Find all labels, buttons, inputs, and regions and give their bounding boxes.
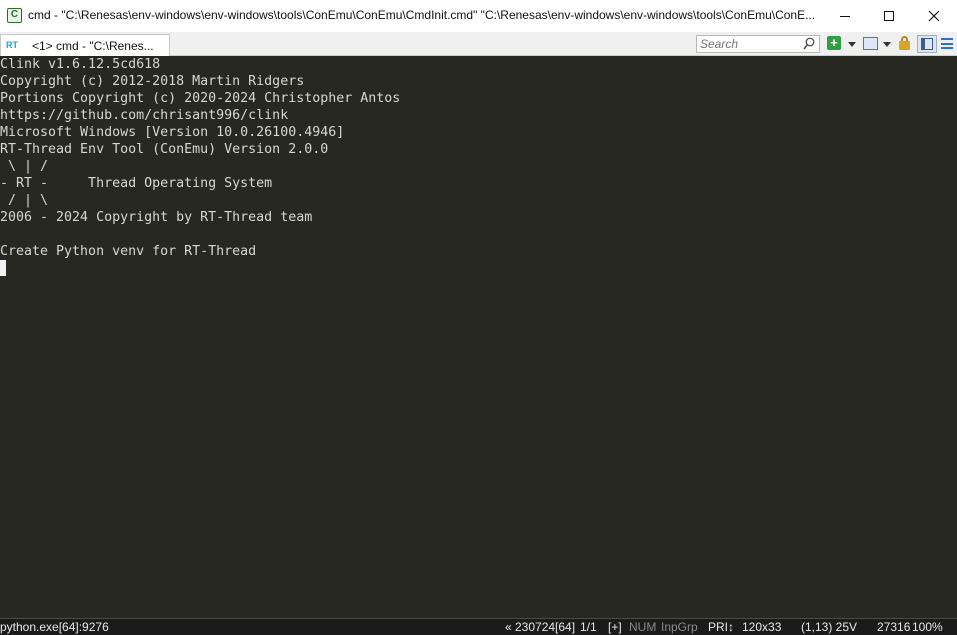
console-list-icon[interactable] bbox=[863, 37, 878, 50]
console-area[interactable]: Clink v1.6.12.5cd618 Copyright (c) 2012-… bbox=[0, 56, 957, 618]
minimize-icon bbox=[840, 15, 850, 17]
console-line: Copyright (c) 2012-2018 Martin Ridgers bbox=[0, 74, 305, 89]
console-line: 2006 - 2024 Copyright by RT-Thread team bbox=[0, 210, 313, 225]
console-line: RT-Thread Env Tool (ConEmu) Version 2.0.… bbox=[0, 142, 329, 157]
menu-icon[interactable] bbox=[941, 38, 953, 49]
status-console-index[interactable]: 1/1 bbox=[580, 620, 597, 634]
close-icon bbox=[928, 10, 940, 22]
search-box[interactable] bbox=[696, 35, 820, 53]
window-title: cmd - "C:\Renesas\env-windows\env-window… bbox=[28, 8, 816, 22]
lock-icon[interactable] bbox=[899, 41, 910, 50]
status-inpgrp[interactable]: InpGrp bbox=[661, 620, 698, 634]
status-bar: python.exe[64]:9276 « 230724[64] 1/1 [+]… bbox=[0, 618, 957, 635]
status-num[interactable]: NUM bbox=[629, 620, 656, 634]
status-pid-info[interactable]: « 230724[64] bbox=[505, 620, 575, 634]
conemu-app-icon[interactable]: C bbox=[7, 8, 22, 23]
console-line: Clink v1.6.12.5cd618 bbox=[0, 57, 161, 72]
console-list-dropdown-icon[interactable] bbox=[883, 42, 891, 47]
split-view-icon bbox=[921, 38, 933, 50]
title-bar: C cmd - "C:\Renesas\env-windows\env-wind… bbox=[0, 0, 957, 32]
console-line: Portions Copyright (c) 2020-2024 Christo… bbox=[0, 91, 401, 106]
console-line: / | \ bbox=[0, 193, 49, 208]
maximize-icon bbox=[884, 11, 894, 21]
close-button[interactable] bbox=[911, 0, 957, 32]
minimize-button[interactable] bbox=[822, 0, 868, 32]
text-cursor bbox=[0, 260, 6, 276]
tab-label: <1> cmd - "C:\Renes... bbox=[32, 38, 154, 53]
console-tab[interactable]: RT <1> cmd - "C:\Renes... bbox=[0, 34, 170, 56]
status-cursor-pos[interactable]: (1,13) 25V bbox=[801, 620, 857, 634]
console-line: - RT - Thread Operating System bbox=[0, 176, 273, 191]
console-line: Microsoft Windows [Version 10.0.26100.49… bbox=[0, 125, 345, 140]
console-line: Create Python venv for RT-Thread bbox=[0, 244, 257, 259]
status-zoom[interactable]: 100% bbox=[912, 620, 943, 634]
rt-thread-icon: RT bbox=[6, 40, 18, 50]
status-plus[interactable]: [+] bbox=[608, 620, 622, 634]
console-line: https://github.com/chrisant996/clink bbox=[0, 108, 289, 123]
status-size[interactable]: 120x33 bbox=[742, 620, 781, 634]
status-priority[interactable]: PRI↕ bbox=[708, 620, 734, 634]
console-line: \ | / bbox=[0, 159, 49, 174]
status-process[interactable]: python.exe[64]:9276 bbox=[0, 620, 109, 634]
new-console-button[interactable]: + bbox=[827, 36, 841, 50]
search-input[interactable] bbox=[700, 37, 800, 51]
search-icon[interactable] bbox=[803, 37, 815, 51]
new-console-dropdown-icon[interactable] bbox=[848, 42, 856, 47]
maximize-button[interactable] bbox=[866, 0, 912, 32]
status-pid2[interactable]: 27316 bbox=[877, 620, 910, 634]
